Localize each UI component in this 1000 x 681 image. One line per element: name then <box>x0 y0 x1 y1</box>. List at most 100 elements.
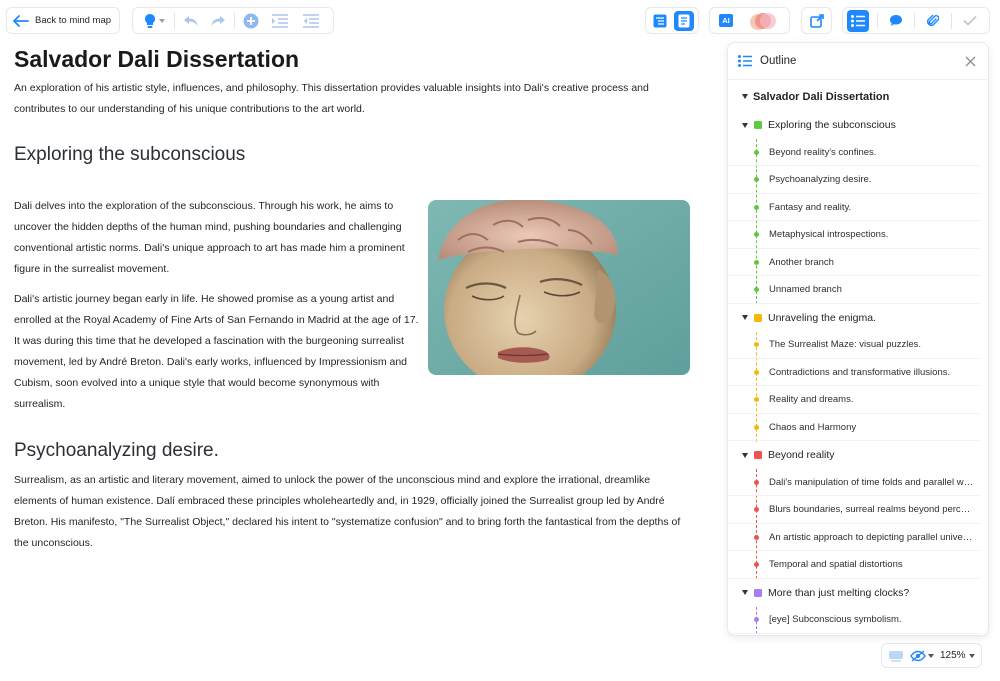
back-to-mind-map-button[interactable]: Back to mind map <box>6 7 120 34</box>
outline-child-label: Blurs boundaries, surreal realms beyond … <box>769 504 974 515</box>
lightbulb-icon <box>145 13 155 28</box>
share-group <box>801 7 832 34</box>
zoom-dropdown[interactable]: 125% <box>940 650 975 661</box>
redo-icon <box>211 15 225 26</box>
attachment-button[interactable] <box>923 10 943 32</box>
outline-list-icon <box>851 14 865 27</box>
outline-root-label: Salvador Dali Dissertation <box>753 90 890 103</box>
collapse-toggle[interactable] <box>739 590 751 595</box>
node-dot <box>754 617 759 622</box>
outline-child-node[interactable]: Reality and dreams. <box>728 387 980 414</box>
outline-child-label: Fantasy and reality. <box>769 201 852 213</box>
comment-icon <box>890 15 902 26</box>
section-paragraph[interactable]: Dali delves into the exploration of the … <box>14 196 420 280</box>
node-dot <box>754 479 759 485</box>
panel-toolbar <box>842 7 990 34</box>
outline-child-node[interactable]: Another branch <box>728 249 980 276</box>
theme-button[interactable] <box>139 10 169 32</box>
outline-child-node[interactable]: Contradictions and transformative illusi… <box>728 359 980 386</box>
node-dot <box>754 562 759 567</box>
ai-button[interactable]: AI <box>716 10 736 32</box>
outdent-button[interactable] <box>298 10 324 32</box>
outline-section-label: Exploring the subconscious <box>768 119 896 131</box>
outline-section-node[interactable]: More than just melting clocks? <box>728 579 980 606</box>
section-paragraph[interactable]: Dali's artistic journey began early in l… <box>14 289 422 415</box>
section-heading[interactable]: Exploring the subconscious <box>14 144 245 166</box>
visibility-dropdown[interactable] <box>910 649 934 662</box>
section-paragraph[interactable]: Surrealism, as an artistic and literary … <box>14 470 694 554</box>
outline-child-node[interactable]: Metaphysical introspections. <box>728 222 980 249</box>
node-dot <box>754 534 759 540</box>
indent-icon <box>272 13 288 28</box>
chevron-down-icon <box>928 653 934 658</box>
outline-child-label: The Surrealist Maze: visual puzzles. <box>769 339 922 350</box>
present-icon[interactable] <box>888 650 904 662</box>
plus-circle-icon <box>243 13 259 28</box>
outline-child-node[interactable]: Blurs boundaries, surreal realms beyond … <box>728 497 980 524</box>
divider <box>914 12 915 29</box>
outline-section-node[interactable]: Unraveling the enigma. <box>728 304 980 331</box>
node-dot <box>754 397 759 402</box>
indent-button[interactable] <box>267 10 293 32</box>
outline-child-node[interactable]: [eye] Subconscious symbolism. <box>728 607 980 634</box>
outline-header: Outline <box>728 43 988 80</box>
close-icon[interactable] <box>965 56 976 67</box>
undo-button[interactable] <box>180 10 202 32</box>
page-title[interactable]: Salvador Dali Dissertation <box>14 44 694 74</box>
outline-child-label: Chaos and Harmony <box>769 421 857 433</box>
outline-child-label: Psychoanalyzing desire. <box>769 174 872 185</box>
outline-root-node[interactable]: Salvador Dali Dissertation <box>728 83 980 110</box>
outline-view-button[interactable] <box>674 10 694 31</box>
outline-list-icon <box>738 55 752 67</box>
collapse-toggle[interactable] <box>739 315 751 320</box>
outline-child-label: Beyond reality's confines. <box>769 146 877 158</box>
outline-child-label: Reality and dreams. <box>769 394 854 405</box>
back-label: Back to mind map <box>35 15 112 26</box>
node-dot <box>754 287 759 292</box>
outline-panel-button[interactable] <box>847 9 869 32</box>
collaborators-button[interactable] <box>744 10 776 32</box>
outline-child-node[interactable]: An artistic approach to depicting parall… <box>728 524 980 551</box>
paperclip-icon <box>927 14 939 26</box>
outline-section-node[interactable]: Beyond reality <box>728 442 980 469</box>
add-topic-button[interactable] <box>240 10 262 32</box>
chevron-down-icon <box>968 653 975 658</box>
mind-map-view-button[interactable] <box>650 10 670 32</box>
collapse-toggle[interactable] <box>739 94 751 99</box>
chevron-down-icon <box>159 18 165 23</box>
task-button[interactable] <box>960 10 980 32</box>
dali-bust-image[interactable] <box>428 200 690 375</box>
outline-child-node[interactable]: Unnamed branch <box>728 277 980 304</box>
intro-paragraph[interactable]: An exploration of his artistic style, in… <box>14 78 692 120</box>
outline-child-node[interactable]: Psychoanalyzing desire. <box>728 167 980 194</box>
outline-section-node[interactable]: Exploring the subconscious <box>728 112 980 139</box>
node-dot <box>754 177 759 182</box>
collapse-toggle[interactable] <box>739 122 751 128</box>
outline-child-node[interactable]: Fantasy and reality. <box>728 194 980 221</box>
node-dot <box>754 342 759 347</box>
ai-collab-group: AI <box>709 7 790 34</box>
document-view-icon <box>678 14 690 27</box>
collapse-toggle[interactable] <box>739 452 751 458</box>
redo-button[interactable] <box>207 10 229 32</box>
undo-icon <box>184 15 198 26</box>
branch-color-marker <box>754 313 762 322</box>
outline-tree: Salvador Dali Dissertation Exploring the … <box>728 80 988 635</box>
outline-child-label: An artistic approach to depicting parall… <box>769 531 974 543</box>
branch-color-marker <box>754 451 762 459</box>
node-dot <box>754 259 759 265</box>
outline-child-node[interactable]: Chaos and Harmony <box>728 414 980 441</box>
outline-child-node[interactable]: The Surrealist Maze: visual puzzles. <box>728 332 980 359</box>
outline-child-node[interactable]: Beyond reality's confines. <box>728 139 980 166</box>
caret-down-icon <box>742 315 748 320</box>
edit-toolbar <box>132 7 334 34</box>
outline-child-label: Another branch <box>769 256 834 268</box>
section-heading[interactable]: Psychoanalyzing desire. <box>14 440 219 462</box>
comments-button[interactable] <box>886 10 906 32</box>
share-button[interactable] <box>806 10 828 32</box>
view-toggle <box>645 7 699 34</box>
outdent-icon <box>303 13 319 28</box>
outline-child-node[interactable]: Dali's manipulation of time folds and pa… <box>728 469 980 496</box>
outline-child-node[interactable]: Temporal and spatial distortions <box>728 552 980 579</box>
node-dot <box>754 369 759 375</box>
